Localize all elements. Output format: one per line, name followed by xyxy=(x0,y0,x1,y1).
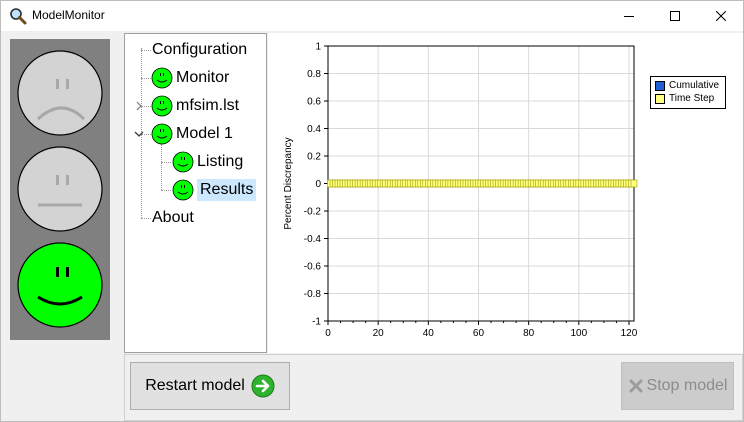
happy-face-icon xyxy=(17,242,103,328)
tree-item-label: Results xyxy=(197,179,257,201)
sad-face-icon xyxy=(17,50,103,136)
tree-item-model-1[interactable]: Model 1 xyxy=(151,121,233,147)
x-tick-label: 80 xyxy=(523,328,535,339)
green-smiley-icon xyxy=(172,179,194,201)
y-tick-label: 0.4 xyxy=(307,124,321,135)
expand-chevron-icon[interactable] xyxy=(134,101,144,111)
stop-x-icon xyxy=(629,379,643,393)
y-tick-label: 0.8 xyxy=(307,69,321,80)
y-tick-label: 0 xyxy=(315,179,321,190)
neutral-face-icon xyxy=(17,146,103,232)
stop-label: Stop model xyxy=(646,377,728,394)
tree-item-configuration[interactable]: Configuration xyxy=(152,37,247,63)
green-smiley-icon xyxy=(151,67,173,89)
app-window: ModelMonitor Configuration Monitor mfsim… xyxy=(0,0,744,422)
legend-swatch xyxy=(655,93,665,104)
x-tick-label: 60 xyxy=(473,328,485,339)
navigation-tree[interactable]: Configuration Monitor mfsim.lst Model 1 … xyxy=(124,33,267,353)
minimize-icon xyxy=(624,16,634,17)
restart-label: Restart model xyxy=(145,377,245,394)
tree-item-listing[interactable]: Listing xyxy=(172,149,243,175)
x-tick-label: 40 xyxy=(423,328,435,339)
y-tick-label: -0.2 xyxy=(304,207,322,218)
legend-item-time-step: Time Step xyxy=(655,93,714,104)
y-tick-label: -1 xyxy=(312,317,321,328)
legend-label: Cumulative xyxy=(669,80,720,91)
y-tick-label: -0.4 xyxy=(304,234,322,245)
tree-item-label: Configuration xyxy=(152,41,248,58)
tree-item-monitor[interactable]: Monitor xyxy=(151,65,229,91)
y-axis-label: Percent Discrepancy xyxy=(283,137,294,229)
x-tick-label: 100 xyxy=(570,328,587,339)
restart-model-button[interactable]: Restart model xyxy=(130,362,290,410)
legend-label: Time Step xyxy=(669,93,715,104)
tree-item-results[interactable]: Results xyxy=(172,177,257,203)
tree-item-label: Listing xyxy=(197,153,244,170)
maximize-button[interactable] xyxy=(652,1,698,31)
green-smiley-icon xyxy=(172,151,194,173)
legend-swatch xyxy=(655,80,665,91)
y-tick-label: 0.6 xyxy=(307,97,321,108)
magnifier-icon xyxy=(10,8,27,25)
y-tick-label: 1 xyxy=(315,42,321,53)
stop-model-button[interactable]: Stop model xyxy=(621,362,734,410)
x-tick-label: 120 xyxy=(621,328,638,339)
y-tick-label: -0.6 xyxy=(304,262,322,273)
tree-item-label: About xyxy=(152,209,194,226)
title-bar: ModelMonitor xyxy=(1,1,743,31)
minimize-button[interactable] xyxy=(606,1,652,31)
tree-item-label: Model 1 xyxy=(176,125,233,142)
tree-item-label: mfsim.lst xyxy=(176,97,240,114)
x-tick-label: 20 xyxy=(373,328,385,339)
green-smiley-icon xyxy=(151,123,173,145)
close-button[interactable] xyxy=(698,1,744,31)
tree-item-label: Monitor xyxy=(176,69,230,86)
tree-item-mfsim-lst[interactable]: mfsim.lst xyxy=(151,93,239,119)
time-step-point xyxy=(630,179,638,188)
y-tick-label: 0.2 xyxy=(307,152,321,163)
legend-item-cumulative: Cumulative xyxy=(655,80,719,91)
close-icon xyxy=(716,11,726,21)
collapse-chevron-icon[interactable] xyxy=(134,129,144,139)
status-light-panel xyxy=(10,39,110,340)
window-title: ModelMonitor xyxy=(32,8,105,22)
green-smiley-icon xyxy=(151,95,173,117)
x-tick-label: 0 xyxy=(325,328,331,339)
chart-legend: Cumulative Time Step xyxy=(650,76,726,109)
y-tick-label: -0.8 xyxy=(304,289,322,300)
tree-item-about[interactable]: About xyxy=(152,205,194,231)
green-arrow-right-icon xyxy=(251,374,275,398)
maximize-icon xyxy=(670,11,680,21)
